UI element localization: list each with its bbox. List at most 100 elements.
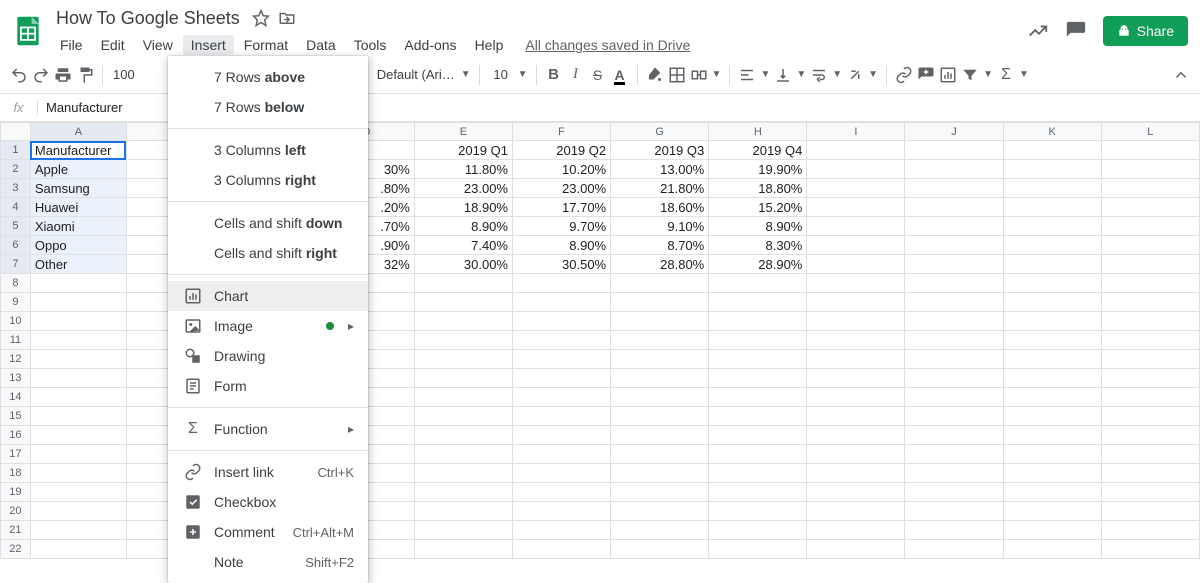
cell-L14[interactable] (1101, 388, 1199, 407)
v-align-icon[interactable] (774, 66, 792, 84)
cell-L5[interactable] (1101, 217, 1199, 236)
cell-K5[interactable] (1003, 217, 1101, 236)
paint-format-icon[interactable] (76, 66, 94, 84)
cell-E10[interactable] (414, 312, 512, 331)
text-wrap-icon[interactable] (810, 66, 828, 84)
cell-K20[interactable] (1003, 502, 1101, 521)
cell-A21[interactable] (30, 521, 126, 540)
menu-format[interactable]: Format (236, 35, 296, 55)
zoom-value[interactable]: 100 (111, 67, 137, 82)
row-header-20[interactable]: 20 (1, 502, 31, 521)
cell-J3[interactable] (905, 179, 1003, 198)
cell-E21[interactable] (414, 521, 512, 540)
cell-F6[interactable]: 8.90% (512, 236, 610, 255)
cell-H12[interactable] (709, 350, 807, 369)
insert-comment-icon[interactable] (917, 66, 935, 84)
cell-L21[interactable] (1101, 521, 1199, 540)
cell-H7[interactable]: 28.90% (709, 255, 807, 274)
menu-drawing[interactable]: Drawing (168, 341, 368, 371)
row-header-17[interactable]: 17 (1, 445, 31, 464)
trend-icon[interactable] (1027, 20, 1049, 42)
row-header-22[interactable]: 22 (1, 540, 31, 559)
cell-A10[interactable] (30, 312, 126, 331)
cell-L1[interactable] (1101, 141, 1199, 160)
menu-tools[interactable]: Tools (346, 35, 395, 55)
cell-K8[interactable] (1003, 274, 1101, 293)
row-header-16[interactable]: 16 (1, 426, 31, 445)
menu-cells-right[interactable]: Cells and shift right (168, 238, 368, 268)
cell-I8[interactable] (807, 274, 905, 293)
cell-L3[interactable] (1101, 179, 1199, 198)
cell-J13[interactable] (905, 369, 1003, 388)
col-header-A[interactable]: A (30, 123, 126, 141)
row-header-12[interactable]: 12 (1, 350, 31, 369)
cell-F19[interactable] (512, 483, 610, 502)
cell-I6[interactable] (807, 236, 905, 255)
cell-K12[interactable] (1003, 350, 1101, 369)
cell-F5[interactable]: 9.70% (512, 217, 610, 236)
menu-view[interactable]: View (135, 35, 181, 55)
menu-cells-down[interactable]: Cells and shift down (168, 208, 368, 238)
cell-A9[interactable] (30, 293, 126, 312)
menu-insert[interactable]: Insert (183, 35, 234, 55)
menu-cols-left[interactable]: 3 Columns left (168, 135, 368, 165)
cell-G3[interactable]: 21.80% (611, 179, 709, 198)
cell-H9[interactable] (709, 293, 807, 312)
cell-J16[interactable] (905, 426, 1003, 445)
cell-H17[interactable] (709, 445, 807, 464)
cell-J20[interactable] (905, 502, 1003, 521)
cell-L17[interactable] (1101, 445, 1199, 464)
collapse-toolbar-icon[interactable] (1172, 66, 1190, 84)
cell-I7[interactable] (807, 255, 905, 274)
cell-E16[interactable] (414, 426, 512, 445)
link-icon[interactable] (895, 66, 913, 84)
cell-G1[interactable]: 2019 Q3 (611, 141, 709, 160)
menu-insert-link[interactable]: Insert link Ctrl+K (168, 457, 368, 487)
cell-F16[interactable] (512, 426, 610, 445)
cell-E13[interactable] (414, 369, 512, 388)
row-header-7[interactable]: 7 (1, 255, 31, 274)
cell-F20[interactable] (512, 502, 610, 521)
cell-H13[interactable] (709, 369, 807, 388)
sheets-logo[interactable] (8, 11, 48, 51)
cell-F12[interactable] (512, 350, 610, 369)
cell-L6[interactable] (1101, 236, 1199, 255)
cell-H3[interactable]: 18.80% (709, 179, 807, 198)
cell-G21[interactable] (611, 521, 709, 540)
cell-H10[interactable] (709, 312, 807, 331)
cell-I2[interactable] (807, 160, 905, 179)
move-to-folder-icon[interactable] (278, 9, 296, 27)
cell-J4[interactable] (905, 198, 1003, 217)
cell-H8[interactable] (709, 274, 807, 293)
cell-E22[interactable] (414, 540, 512, 559)
cell-J9[interactable] (905, 293, 1003, 312)
row-header-10[interactable]: 10 (1, 312, 31, 331)
cell-L22[interactable] (1101, 540, 1199, 559)
text-rotate-icon[interactable] (846, 66, 864, 84)
cell-E18[interactable] (414, 464, 512, 483)
comments-icon[interactable] (1065, 20, 1087, 42)
redo-icon[interactable] (32, 66, 50, 84)
cell-H6[interactable]: 8.30% (709, 236, 807, 255)
save-status[interactable]: All changes saved in Drive (525, 37, 690, 53)
strikethrough-icon[interactable]: S (589, 66, 607, 84)
cell-G12[interactable] (611, 350, 709, 369)
menu-rows-above[interactable]: 7 Rows above (168, 62, 368, 92)
col-header-H[interactable]: H (709, 123, 807, 141)
cell-L2[interactable] (1101, 160, 1199, 179)
cell-J22[interactable] (905, 540, 1003, 559)
cell-G6[interactable]: 8.70% (611, 236, 709, 255)
cell-A6[interactable]: Oppo (30, 236, 126, 255)
cell-F15[interactable] (512, 407, 610, 426)
menu-comment[interactable]: Comment Ctrl+Alt+M (168, 517, 368, 547)
menu-form[interactable]: Form (168, 371, 368, 401)
menu-help[interactable]: Help (467, 35, 512, 55)
menu-checkbox[interactable]: Checkbox (168, 487, 368, 517)
cell-K9[interactable] (1003, 293, 1101, 312)
cell-G22[interactable] (611, 540, 709, 559)
row-header-13[interactable]: 13 (1, 369, 31, 388)
cell-G2[interactable]: 13.00% (611, 160, 709, 179)
cell-J19[interactable] (905, 483, 1003, 502)
cell-F3[interactable]: 23.00% (512, 179, 610, 198)
cell-G8[interactable] (611, 274, 709, 293)
